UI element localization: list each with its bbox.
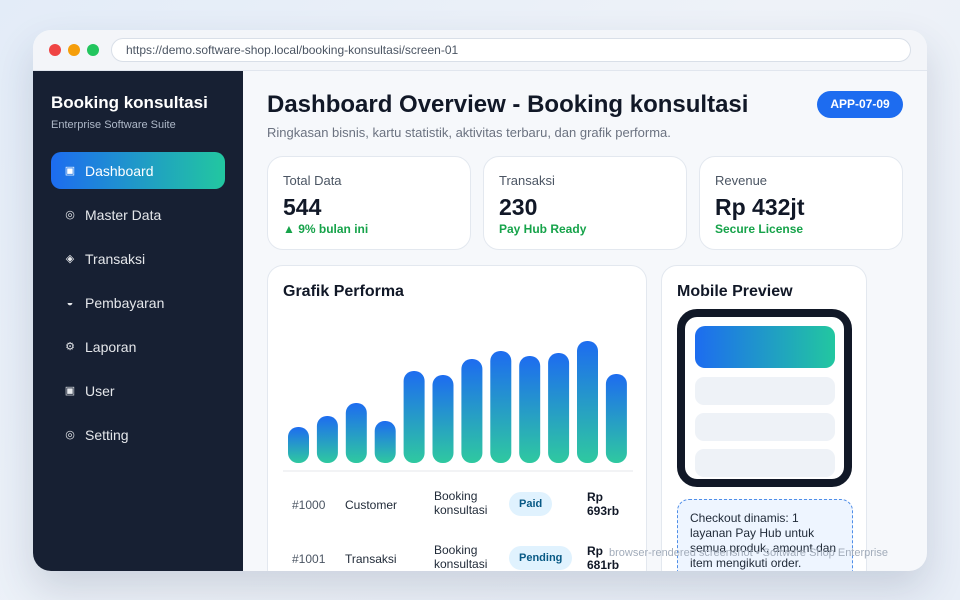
- table-row[interactable]: #1001 Transaksi Booking konsultasi Pendi…: [283, 537, 633, 571]
- chart-bar: [605, 374, 627, 463]
- order-product: Booking konsultasi: [434, 489, 488, 517]
- dashboard-icon: ▣: [64, 165, 76, 177]
- address-bar[interactable]: https://demo.software-shop.local/booking…: [111, 38, 911, 62]
- stat-card-revenue: Revenue Rp 432jt Secure License: [699, 156, 903, 250]
- stat-label: Transaksi: [499, 173, 555, 188]
- footer-caption: browser-rendered screenshot • Software S…: [609, 547, 888, 559]
- close-window-dot[interactable]: [49, 44, 61, 56]
- stat-label: Revenue: [715, 173, 768, 188]
- sidebar-item-setting[interactable]: ◎ Setting: [51, 416, 225, 453]
- browser-window: https://demo.software-shop.local/booking…: [33, 30, 927, 571]
- sidebar-item-pembayaran[interactable]: ◒ Pembayaran: [51, 284, 225, 321]
- master-data-icon: ◎: [65, 209, 75, 221]
- sidebar-item-dashboard[interactable]: ▣ Dashboard: [51, 152, 225, 189]
- sidebar: Booking konsultasi Enterprise Software S…: [33, 71, 243, 571]
- order-id: #1000: [292, 498, 326, 512]
- sidebar-item-label: Laporan: [85, 338, 137, 355]
- chart-bar: [288, 427, 309, 463]
- page-title: Dashboard Overview - Booking konsultasi: [267, 91, 749, 118]
- stat-card-transaksi: Transaksi 230 Pay Hub Ready: [483, 156, 687, 250]
- minimize-window-dot[interactable]: [68, 44, 80, 56]
- sidebar-item-label: Master Data: [85, 206, 162, 223]
- sidebar-item-master-data[interactable]: ◎ Master Data: [51, 196, 225, 233]
- chart-bar: [577, 341, 598, 463]
- mobile-preview-title: Mobile Preview: [677, 283, 793, 300]
- stat-value: 230: [499, 194, 538, 220]
- sidebar-item-label: Pembayaran: [85, 294, 165, 311]
- performance-chart-card: Grafik Performa #1000 Customer Booking k…: [267, 265, 647, 571]
- phone-list-row: [695, 449, 835, 477]
- phone-list-row: [695, 413, 835, 441]
- brand-title: Booking konsultasi: [51, 93, 208, 112]
- stat-note: Secure License: [715, 222, 804, 236]
- transaction-icon: ◈: [65, 253, 75, 265]
- sidebar-item-label: User: [85, 382, 115, 399]
- checkout-note: Checkout dinamis: 1 layanan Pay Hub untu…: [677, 499, 853, 571]
- phone-mockup: [677, 309, 852, 487]
- sidebar-item-laporan[interactable]: ⚙ Laporan: [51, 328, 225, 365]
- chart-bar: [461, 359, 483, 463]
- chart-bar: [432, 375, 454, 463]
- status-badge: Pending: [509, 546, 573, 570]
- payment-icon: ◒: [66, 296, 74, 309]
- phone-list-row: [695, 377, 835, 405]
- page-subtitle: Ringkasan bisnis, kartu statistik, aktiv…: [267, 125, 671, 140]
- sidebar-item-user[interactable]: ▣ User: [51, 372, 225, 409]
- stat-note: ▲ 9% bulan ini: [283, 222, 369, 236]
- phone-hero-banner: [695, 326, 835, 368]
- maximize-window-dot[interactable]: [87, 44, 99, 56]
- sidebar-item-label: Transaksi: [85, 250, 146, 267]
- sidebar-item-transaksi[interactable]: ◈ Transaksi: [51, 240, 225, 277]
- chart-bar: [316, 416, 338, 463]
- stat-note: Pay Hub Ready: [499, 222, 587, 236]
- order-product: Booking konsultasi: [434, 543, 488, 571]
- sidebar-nav: ▣ Dashboard ◎ Master Data ◈ Transaksi ◒ Pembaya…: [51, 152, 225, 460]
- chart-bar: [403, 371, 425, 463]
- main-content: Dashboard Overview - Booking konsultasi …: [243, 71, 927, 571]
- user-icon: ▣: [64, 385, 76, 397]
- stat-value: Rp 432jt: [715, 194, 805, 220]
- stat-card-total-data: Total Data 544 ▲ 9% bulan ini: [267, 156, 471, 250]
- report-icon: ⚙: [65, 341, 75, 353]
- mobile-preview-card: Mobile Preview Checkout dinamis: 1 layan…: [661, 265, 867, 571]
- order-customer: Customer: [345, 498, 398, 512]
- app-code-badge: APP-07-09: [817, 91, 903, 118]
- sidebar-item-label: Dashboard: [85, 162, 154, 179]
- setting-icon: ◎: [65, 429, 75, 441]
- order-amount: Rp 693rb: [587, 490, 620, 518]
- sidebar-item-label: Setting: [85, 426, 129, 443]
- stat-value: 544: [283, 194, 322, 220]
- browser-titlebar: https://demo.software-shop.local/booking…: [33, 30, 927, 71]
- chart-bar: [519, 356, 541, 463]
- brand-subtitle: Enterprise Software Suite: [51, 119, 176, 131]
- stat-label: Total Data: [283, 173, 342, 188]
- order-id: #1001: [292, 552, 326, 566]
- chart-bar: [345, 403, 367, 463]
- status-badge: Paid: [509, 492, 553, 516]
- chart-bar: [490, 351, 512, 463]
- chart-bar: [374, 421, 396, 463]
- order-customer: Transaksi: [345, 552, 397, 566]
- chart-bar: [548, 353, 570, 463]
- table-row[interactable]: #1000 Customer Booking konsultasi Paid R…: [283, 483, 633, 527]
